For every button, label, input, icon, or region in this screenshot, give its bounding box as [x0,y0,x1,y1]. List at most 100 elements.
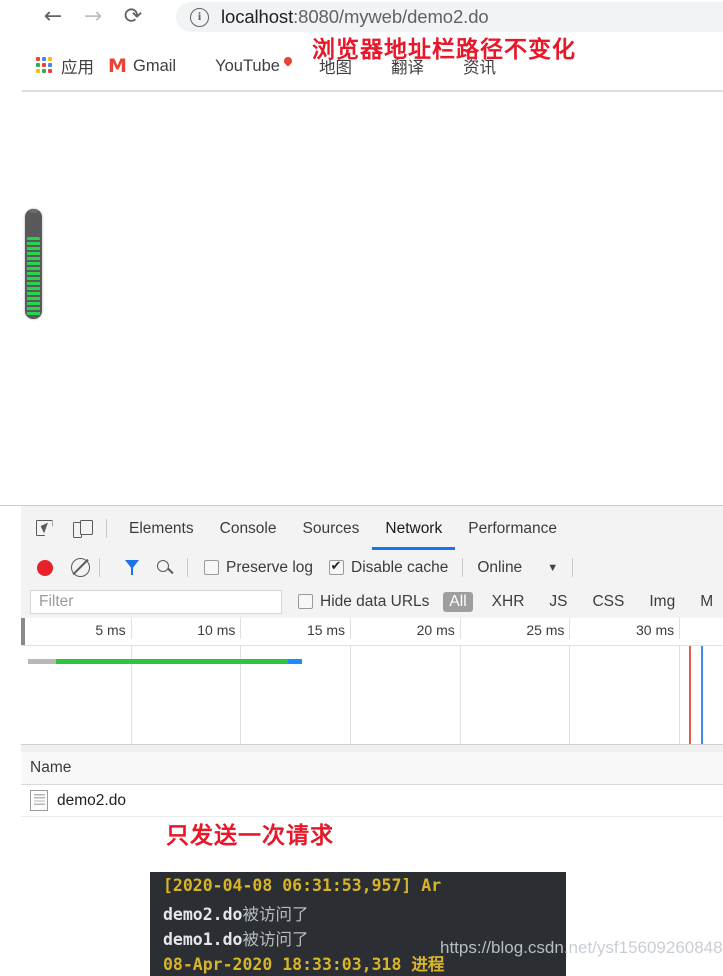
site-info-icon[interactable]: i [190,7,209,27]
tab-sources[interactable]: Sources [290,507,373,550]
timeline-gridline [459,618,461,639]
watermark-dim: net/ysf15609260848 [568,938,723,957]
document-icon [30,790,48,811]
filter-funnel-icon[interactable] [125,560,140,575]
network-filter-bar: Filter Hide data URLs All XHR JS CSS Img… [21,585,723,619]
type-filter-media[interactable]: M [694,592,719,612]
meter-fill [27,236,40,316]
tab-elements[interactable]: Elements [116,507,207,550]
type-filter-js[interactable]: JS [543,592,573,612]
watermark: https://blog.csdn.net/ysf15609260848 [440,938,723,958]
preserve-log-checkbox[interactable] [204,560,219,575]
timeline-gridline [240,618,242,639]
hide-data-urls-label: Hide data URLs [320,592,430,610]
reload-icon: ⟳ [123,4,143,29]
tab-performance[interactable]: Performance [455,507,570,550]
record-button[interactable] [37,559,53,576]
preserve-log-label: Preserve log [226,558,314,576]
watermark-bright: https://blog.csdn. [440,938,569,957]
hide-data-urls-checkbox[interactable] [298,594,313,609]
apps-grid-dot [48,69,52,73]
devtools-panel: Elements Console Sources Network Perform… [0,505,723,870]
forward-button[interactable]: → [78,2,108,32]
throttle-select-value[interactable]: Online [477,559,522,577]
timeline-marker-load [701,646,704,746]
address-bar[interactable]: i localhost:8080/myweb/demo2.do [176,2,723,32]
apps-grid-dot [48,57,52,61]
column-header-name[interactable]: Name [30,759,71,777]
console-mono-text: demo2.do [163,905,243,924]
console-line-timestamp: [2020-04-08 06:31:53,957] Ar [163,876,441,895]
disable-cache-toggle[interactable]: Disable cache [329,558,449,577]
apps-grid-dot [36,57,40,61]
type-filter-all[interactable]: All [443,591,473,612]
annotation-single-request: 只发送一次请求 [166,823,334,848]
hide-data-urls-toggle[interactable]: Hide data URLs [298,593,429,611]
bookmark-apps[interactable]: 应用 [36,54,94,78]
timeline-gridline [130,618,132,639]
toolbar-divider [187,558,188,577]
console-line-demo1: demo1.do被访问了 [163,926,308,950]
table-row[interactable]: demo2.do [21,785,723,817]
inspect-element-icon [35,520,53,536]
timeline-request-bar [21,659,723,664]
server-console-output: [2020-04-08 06:31:53,957] Ar demo2.do被访问… [150,872,566,976]
timeline-request-segment [287,659,302,664]
youtube-icon [190,57,208,75]
inspect-element-button[interactable] [29,513,59,543]
clear-icon[interactable] [71,558,90,577]
console-line-cutoff: 08-Apr-2020 18:33:03,318 进程 [163,955,445,974]
network-request-table: Name demo2.do [21,752,723,870]
meter-cap [29,209,38,213]
bookmark-youtube[interactable]: YouTube [190,57,280,76]
arrow-right-icon: → [83,4,103,29]
annotation-url-unchanged: 浏览器地址栏路径不变化 [312,37,576,62]
timeline-bottom-scroll[interactable] [21,744,723,752]
console-cn-text: 被访问了 [242,906,309,924]
timeline-gridline [350,618,352,639]
disable-cache-label: Disable cache [351,558,449,576]
apps-grid-icon [36,57,54,75]
back-button[interactable]: ← [38,2,68,32]
table-header: Name [21,752,723,785]
request-name: demo2.do [57,791,126,809]
apps-grid-dot [36,63,40,67]
network-toolbar: Preserve log Disable cache Online ▼ [21,550,723,586]
timeline-tick-label: 25 ms [526,622,565,638]
type-filter-css[interactable]: CSS [586,592,630,612]
bookmark-label: Gmail [133,56,177,75]
network-overview-timeline[interactable]: 5 ms 10 ms 15 ms 20 ms 25 ms 30 ms [21,618,723,752]
table-empty-area [21,817,723,870]
timeline-ruler: 5 ms 10 ms 15 ms 20 ms 25 ms 30 ms [21,618,723,645]
tabbar-divider [106,518,107,538]
disable-cache-checkbox[interactable] [329,558,345,575]
apps-grid-dot [48,63,52,67]
device-toolbar-button[interactable] [67,513,97,543]
timeline-tick-label: 10 ms [197,622,236,638]
timeline-marker-dom-content-loaded [689,646,692,746]
tab-network[interactable]: Network [372,507,455,550]
type-filter-img[interactable]: Img [643,592,681,612]
devtools-tabbar: Elements Console Sources Network Perform… [21,506,723,551]
timeline-tick-label: 15 ms [306,622,346,638]
page-viewport [0,92,723,505]
preserve-log-toggle[interactable]: Preserve log [204,559,313,577]
search-icon[interactable] [157,559,173,576]
filter-input[interactable]: Filter [30,589,282,614]
toolbar-divider [99,558,100,577]
timeline-tick-label: 5 ms [95,622,126,638]
apps-grid-dot [36,69,40,73]
chevron-down-icon[interactable]: ▼ [547,562,558,574]
type-filter-xhr[interactable]: XHR [486,592,531,612]
console-timestamp: [2020-04-08 06:31:53,957] [163,876,412,895]
bookmark-gmail[interactable]: M Gmail [108,57,176,76]
timeline-gridline [679,618,681,639]
timeline-body [21,645,723,746]
apps-grid-dot [42,63,46,67]
reload-button[interactable]: ⟳ [118,2,148,32]
console-timestamp-rest: Ar [411,876,442,895]
timeline-request-segment [56,659,288,664]
tab-console[interactable]: Console [207,507,290,550]
gmail-icon: M [108,55,127,77]
toolbar-divider [572,558,574,577]
